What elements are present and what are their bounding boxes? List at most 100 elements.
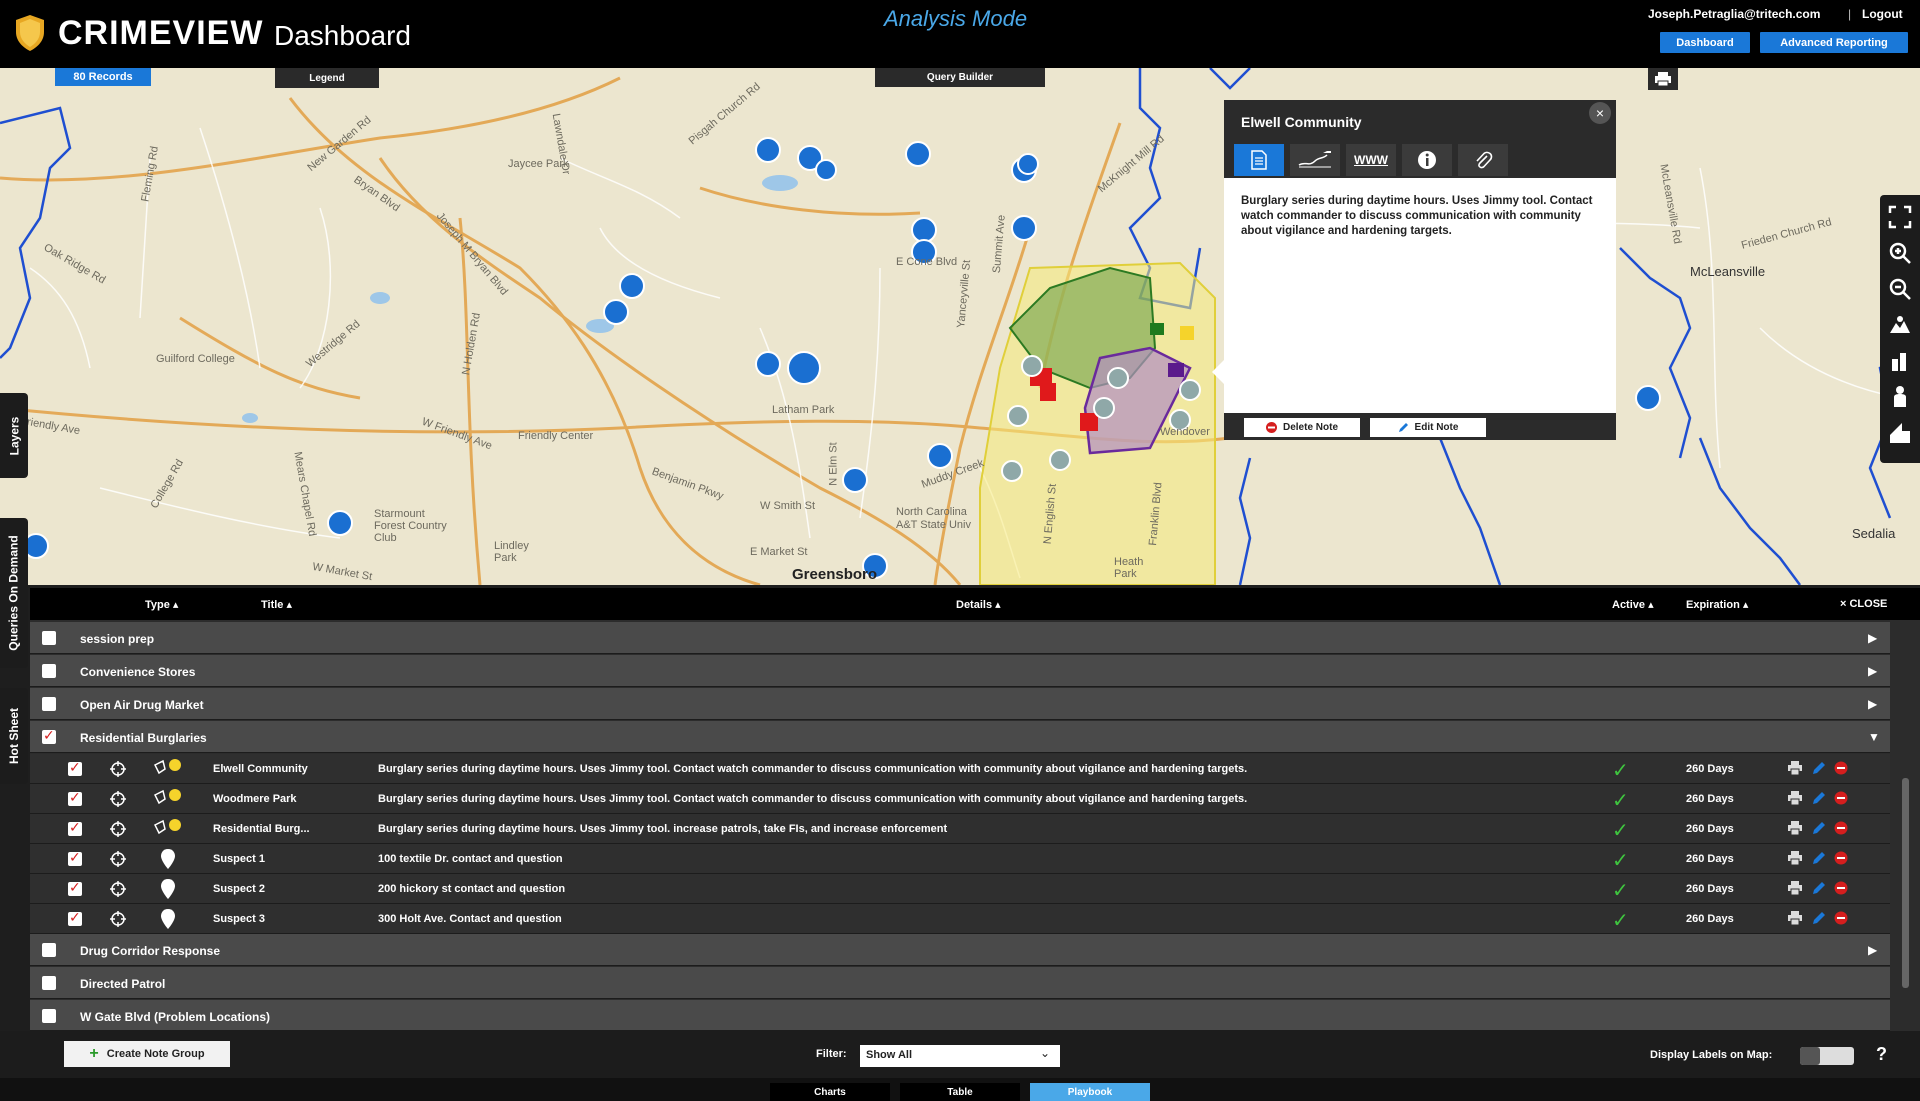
delete-note-button[interactable]: Delete Note — [1244, 418, 1360, 437]
print-icon[interactable] — [1788, 881, 1802, 895]
map-print-button[interactable] — [1648, 68, 1678, 90]
note-checkbox[interactable] — [68, 789, 82, 806]
map-view[interactable]: Bryan Blvd Fleming Rd New Garden Rd Lawn… — [0, 68, 1920, 585]
group-checkbox[interactable] — [42, 727, 56, 744]
dashboard-button[interactable]: Dashboard — [1660, 32, 1750, 53]
column-active[interactable]: Active ▴ — [1612, 598, 1654, 611]
zoom-to-target-icon[interactable] — [110, 821, 126, 837]
tab-label: Queries On Demand — [7, 535, 21, 651]
group-row[interactable]: session prep ▶ — [30, 622, 1890, 654]
expand-arrow-icon[interactable]: ▶ — [1868, 631, 1877, 645]
zoom-to-target-icon[interactable] — [110, 881, 126, 897]
popup-tab-www[interactable]: WWW — [1346, 144, 1396, 176]
remove-icon[interactable] — [1834, 881, 1848, 895]
map-label: Heath Park — [1114, 556, 1144, 580]
note-checkbox[interactable] — [68, 759, 82, 776]
tab-playbook[interactable]: Playbook — [1030, 1083, 1150, 1101]
tab-charts[interactable]: Charts — [770, 1083, 890, 1101]
close-table-button[interactable]: × CLOSE — [1840, 598, 1887, 610]
group-row[interactable]: Open Air Drug Market ▶ — [30, 688, 1890, 720]
edit-note-button[interactable]: Edit Note — [1370, 418, 1486, 437]
column-title[interactable]: Title ▴ — [261, 598, 292, 611]
remove-icon[interactable] — [1834, 791, 1848, 805]
chevron-down-icon[interactable]: ⌄ — [1040, 1046, 1050, 1060]
print-icon[interactable] — [1788, 821, 1802, 835]
map-label: Latham Park — [772, 404, 835, 416]
legend-tab[interactable]: Legend — [275, 68, 379, 88]
note-checkbox[interactable] — [68, 879, 82, 896]
popup-tab-note[interactable] — [1234, 144, 1284, 176]
group-row[interactable]: Residential Burglaries ▼ — [30, 721, 1890, 753]
print-icon[interactable] — [1788, 911, 1802, 925]
note-row[interactable]: Suspect 3 300 Holt Ave. Contact and ques… — [30, 904, 1890, 934]
create-note-group-button[interactable]: + Create Note Group — [64, 1041, 230, 1067]
pencil-icon[interactable] — [1812, 791, 1826, 805]
zoom-to-target-icon[interactable] — [110, 761, 126, 777]
pencil-icon[interactable] — [1812, 911, 1826, 925]
remove-icon[interactable] — [1834, 851, 1848, 865]
zoom-to-target-icon[interactable] — [110, 911, 126, 927]
expand-arrow-icon[interactable]: ▶ — [1868, 943, 1877, 957]
group-checkbox[interactable] — [42, 1009, 56, 1023]
remove-icon[interactable] — [1834, 821, 1848, 835]
draw-icon[interactable] — [1888, 421, 1912, 445]
group-checkbox[interactable] — [42, 631, 56, 645]
logout-link[interactable]: Logout — [1862, 7, 1903, 21]
collapse-arrow-icon[interactable]: ▼ — [1868, 730, 1880, 744]
note-row[interactable]: Residential Burg... Burglary series duri… — [30, 814, 1890, 844]
note-row[interactable]: Suspect 1 100 textile Dr. contact and qu… — [30, 844, 1890, 874]
tab-layers[interactable]: Layers — [0, 393, 28, 478]
expand-arrow-icon[interactable]: ▶ — [1868, 664, 1877, 678]
note-row[interactable]: Elwell Community Burglary series during … — [30, 754, 1890, 784]
map-label: Starmount Forest Country Club — [374, 508, 447, 544]
popup-tab-attachment[interactable] — [1458, 144, 1508, 176]
basemap-icon[interactable] — [1888, 313, 1912, 337]
pencil-icon[interactable] — [1812, 881, 1826, 895]
group-row[interactable]: Convenience Stores ▶ — [30, 655, 1890, 687]
advanced-reporting-button[interactable]: Advanced Reporting — [1760, 32, 1908, 53]
zoom-to-target-icon[interactable] — [110, 791, 126, 807]
popup-tab-info[interactable] — [1402, 144, 1452, 176]
remove-icon[interactable] — [1834, 761, 1848, 775]
group-checkbox[interactable] — [42, 697, 56, 711]
full-extent-icon[interactable] — [1888, 205, 1912, 229]
table-scroll-thumb[interactable] — [1902, 778, 1909, 988]
group-row[interactable]: Drug Corridor Response ▶ — [30, 934, 1890, 966]
popup-close-button[interactable]: × — [1589, 102, 1611, 124]
group-row[interactable]: W Gate Blvd (Problem Locations) — [30, 1000, 1890, 1031]
remove-icon[interactable] — [1834, 911, 1848, 925]
expand-arrow-icon[interactable]: ▶ — [1868, 697, 1877, 711]
print-icon[interactable] — [1788, 851, 1802, 865]
pencil-icon[interactable] — [1812, 851, 1826, 865]
pencil-icon[interactable] — [1812, 761, 1826, 775]
group-checkbox[interactable] — [42, 976, 56, 990]
note-checkbox[interactable] — [68, 909, 82, 926]
print-icon[interactable] — [1788, 761, 1802, 775]
column-type[interactable]: Type ▴ — [145, 598, 178, 611]
note-row[interactable]: Woodmere Park Burglary series during day… — [30, 784, 1890, 814]
group-checkbox[interactable] — [42, 664, 56, 678]
tab-table[interactable]: Table — [900, 1083, 1020, 1101]
records-count-badge[interactable]: 80 Records — [55, 68, 151, 86]
tab-hot-sheet[interactable]: Hot Sheet — [0, 688, 28, 784]
print-icon[interactable] — [1788, 791, 1802, 805]
pencil-icon[interactable] — [1812, 821, 1826, 835]
filter-select[interactable]: Show All — [860, 1045, 1060, 1067]
note-row[interactable]: Suspect 2 200 hickory st contact and que… — [30, 874, 1890, 904]
toggle-knob[interactable] — [1800, 1047, 1820, 1065]
note-checkbox[interactable] — [68, 849, 82, 866]
zoom-in-icon[interactable] — [1888, 241, 1912, 265]
group-row[interactable]: Directed Patrol — [30, 967, 1890, 999]
street-view-icon[interactable] — [1888, 385, 1912, 409]
column-details[interactable]: Details ▴ — [956, 598, 1001, 611]
zoom-out-icon[interactable] — [1888, 277, 1912, 301]
note-checkbox[interactable] — [68, 819, 82, 836]
query-builder-tab[interactable]: Query Builder — [875, 68, 1045, 87]
group-checkbox[interactable] — [42, 943, 56, 957]
zoom-to-target-icon[interactable] — [110, 851, 126, 867]
measure-icon[interactable] — [1888, 349, 1912, 373]
help-icon[interactable]: ? — [1876, 1044, 1887, 1065]
tab-queries-on-demand[interactable]: Queries On Demand — [0, 518, 28, 668]
popup-tab-signature[interactable] — [1290, 144, 1340, 176]
column-expiration[interactable]: Expiration ▴ — [1686, 598, 1748, 611]
